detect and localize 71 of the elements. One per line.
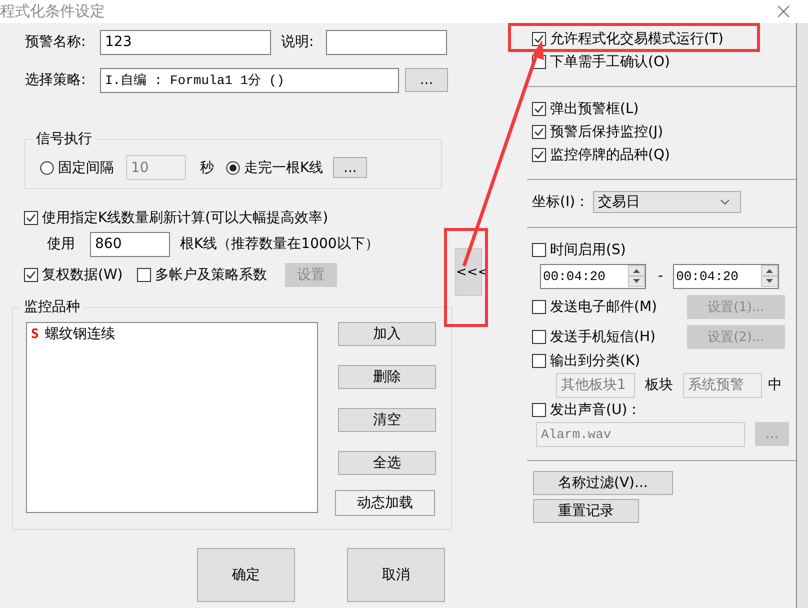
description-field[interactable] — [326, 30, 447, 54]
list-item[interactable]: 螺纹钢连续 — [44, 325, 115, 343]
name-field[interactable]: 123 — [100, 30, 271, 54]
checkbox[interactable] — [532, 354, 546, 368]
time-spinner[interactable]: 00:04:20 — [673, 264, 780, 288]
checkbox[interactable] — [532, 402, 546, 416]
checkbox-label: 输出到分类(K) — [550, 352, 640, 370]
radio-label: 固定间隔 — [58, 158, 114, 176]
field-label: 板块 — [645, 376, 673, 394]
checkbox-label: 发出声音(U)： — [550, 400, 642, 418]
bar-count-field[interactable]: 860 — [90, 232, 170, 256]
field-label: 预警名称: — [25, 33, 87, 51]
checkbox-label: 发送电子邮件(M) — [550, 298, 658, 316]
field-label: 中 — [768, 376, 782, 394]
checked-checkbox[interactable] — [24, 211, 38, 225]
category-field[interactable]: 系统预警 — [683, 372, 762, 398]
checkbox[interactable] — [136, 268, 151, 282]
field-label: 坐标(I)： — [532, 193, 590, 211]
range-dash: - — [658, 268, 664, 284]
radio-button[interactable] — [40, 160, 54, 174]
list-button[interactable]: 加入 — [338, 322, 436, 346]
checked-checkbox[interactable] — [24, 268, 38, 282]
action-button[interactable]: 名称过滤(V)... — [533, 471, 673, 495]
checkbox-label: 允许程式化交易模式运行(T) — [550, 30, 724, 48]
checkbox-label: 下单需手工确认(O) — [550, 52, 670, 70]
category-field[interactable]: 其他板块1 — [556, 372, 635, 398]
checkbox-label: 监控停牌的品种(Q) — [550, 146, 670, 164]
checked-checkbox[interactable] — [532, 102, 546, 116]
sound-file-field[interactable]: Alarm.wav — [536, 422, 745, 446]
list-button[interactable]: 删除 — [338, 365, 436, 389]
list-button[interactable]: 全选 — [338, 451, 436, 475]
checkbox-label: 时间启用(S) — [550, 240, 626, 258]
radio-label: 走完一根K线 — [244, 158, 324, 176]
spinner-arrows-icon[interactable] — [761, 265, 778, 287]
list-button[interactable]: 动态加载 — [335, 490, 435, 516]
checkbox[interactable] — [532, 242, 546, 256]
close-icon[interactable] — [777, 5, 790, 18]
field-label: 选择策略: — [25, 71, 87, 89]
group-title: 监控品种 — [21, 298, 83, 316]
field-label: 说明: — [281, 33, 315, 51]
options-button[interactable]: ... — [333, 157, 368, 178]
checked-checkbox[interactable] — [532, 32, 546, 46]
group-title: 信号执行 — [33, 130, 95, 148]
unit-label: 秒 — [200, 158, 214, 176]
symbol-list[interactable]: S 螺纹钢连续 — [26, 322, 318, 513]
checkbox-label: 复权数据(W) — [42, 266, 123, 284]
checked-checkbox[interactable] — [532, 148, 546, 162]
interval-field[interactable]: 10 — [126, 155, 186, 180]
ok-button[interactable]: 确定 — [197, 548, 295, 602]
window-title: 程式化条件设定 — [0, 2, 105, 21]
checked-checkbox[interactable] — [532, 124, 546, 138]
symbol-marker: S — [31, 326, 39, 342]
selected-radio-button[interactable] — [226, 160, 240, 174]
checkbox-label: 预警后保持监控(J) — [550, 122, 664, 140]
field-label: 使用 — [47, 235, 76, 253]
checkbox-label: 多帐户及策略系数 — [154, 266, 267, 284]
checkbox-label: 使用指定K线数量刷新计算(可以大幅提高效率) — [42, 209, 328, 227]
time-spinner[interactable]: 00:04:20 — [540, 264, 646, 288]
hint-text: 根K线（推荐数量在1000以下） — [180, 235, 379, 253]
strategy-field[interactable]: I.自编 : Formula1 1分 () — [100, 68, 399, 92]
spinner-arrows-icon[interactable] — [628, 265, 645, 287]
checkbox-label: 弹出预警框(L) — [550, 100, 639, 118]
browse-button[interactable]: ... — [405, 68, 448, 92]
checkbox-label: 发送手机短信(H) — [550, 328, 656, 346]
cancel-button[interactable]: 取消 — [347, 548, 445, 602]
dropdown[interactable]: 交易日 — [593, 191, 742, 213]
list-button[interactable]: 清空 — [338, 408, 436, 432]
action-button[interactable]: 重置记录 — [533, 499, 639, 523]
chevron-down-icon — [720, 199, 730, 205]
checkbox[interactable] — [532, 330, 546, 344]
checkbox[interactable] — [532, 300, 546, 314]
